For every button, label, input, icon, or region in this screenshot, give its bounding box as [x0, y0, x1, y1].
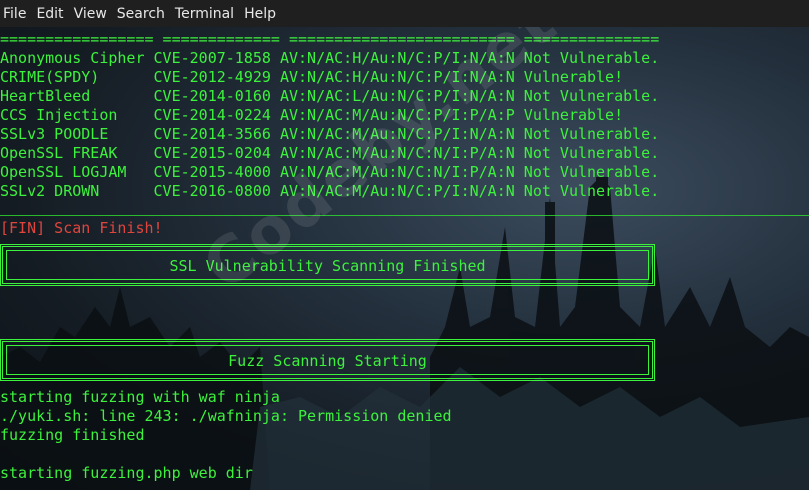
divider: [0, 215, 809, 216]
ssl-finished-text: SSL Vulnerability Scanning Finished: [169, 257, 486, 275]
fin-status: [FIN] Scan Finish!: [0, 219, 163, 237]
output-line: ./yuki.sh: line 243: ./wafninja: Permiss…: [0, 407, 452, 425]
menu-help[interactable]: Help: [240, 6, 282, 22]
result-row: CCS Injection CVE-2014-0224 AV:N/AC:M/Au…: [0, 106, 624, 124]
result-row: HeartBleed CVE-2014-0160 AV:N/AC:L/Au:N/…: [0, 87, 660, 105]
terminal-output[interactable]: ================= ============= ========…: [0, 27, 809, 490]
menu-view[interactable]: View: [70, 6, 113, 22]
fuzz-start-banner: Fuzz Scanning Starting: [0, 339, 655, 381]
menu-edit[interactable]: Edit: [32, 6, 69, 22]
output-line: starting fuzzing with waf ninja: [0, 388, 280, 406]
menu-file[interactable]: File: [0, 6, 32, 22]
fuzz-start-text: Fuzz Scanning Starting: [228, 352, 427, 370]
menu-bar: File Edit View Search Terminal Help: [0, 0, 809, 27]
output-line: starting fuzzing.php web dir: [0, 464, 253, 482]
menu-terminal[interactable]: Terminal: [171, 6, 240, 22]
result-row: Anonymous Cipher CVE-2007-1858 AV:N/AC:H…: [0, 49, 660, 67]
ssl-finished-banner: SSL Vulnerability Scanning Finished: [0, 244, 655, 286]
menu-search[interactable]: Search: [113, 6, 171, 22]
output-line: fuzzing finished: [0, 426, 145, 444]
